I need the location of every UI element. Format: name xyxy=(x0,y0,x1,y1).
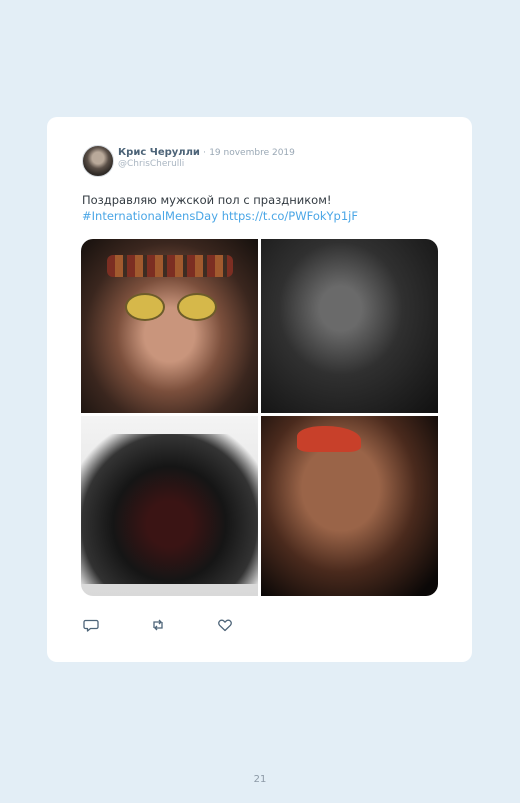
author-meta: Крис Черулли · 19 novembre 2019 @ChrisCh… xyxy=(118,147,295,170)
sunglasses-shape xyxy=(125,293,217,321)
tweet-card: Крис Черулли · 19 novembre 2019 @ChrisCh… xyxy=(47,117,472,662)
tweet-date[interactable]: 19 novembre 2019 xyxy=(209,148,295,158)
photo-4[interactable] xyxy=(261,416,438,596)
tweet-header: Крис Черулли · 19 novembre 2019 @ChrisCh… xyxy=(82,145,295,177)
tweet-actions xyxy=(83,617,284,633)
photo-1[interactable] xyxy=(81,239,258,413)
name-line: Крис Черулли · 19 novembre 2019 xyxy=(118,147,295,159)
page-number: 21 xyxy=(253,774,267,785)
author-handle[interactable]: @ChrisCherulli xyxy=(118,159,295,170)
tweet-text: Поздравляю мужской пол с праздником! #In… xyxy=(82,192,442,224)
speech-bubble-icon[interactable] xyxy=(83,617,99,633)
author-name[interactable]: Крис Черулли xyxy=(118,147,200,158)
photo-grid xyxy=(81,239,438,596)
headband-shape xyxy=(107,255,233,277)
photo-3[interactable] xyxy=(81,416,258,596)
tweet-text-body: Поздравляю мужской пол с праздником! xyxy=(82,193,332,207)
url-link[interactable]: https://t.co/PWFokYp1jF xyxy=(222,209,358,223)
group-shape xyxy=(81,434,258,584)
retweet-arrows-icon[interactable] xyxy=(150,617,166,633)
separator: · xyxy=(203,148,207,158)
heart-icon[interactable] xyxy=(217,617,233,633)
photo-2[interactable] xyxy=(261,239,438,413)
page: { "tweet": { "author_name": "Крис Черулл… xyxy=(0,0,520,803)
bandana-shape xyxy=(297,426,361,452)
avatar[interactable] xyxy=(82,145,114,177)
hashtag-link[interactable]: #InternationalMensDay xyxy=(82,209,218,223)
